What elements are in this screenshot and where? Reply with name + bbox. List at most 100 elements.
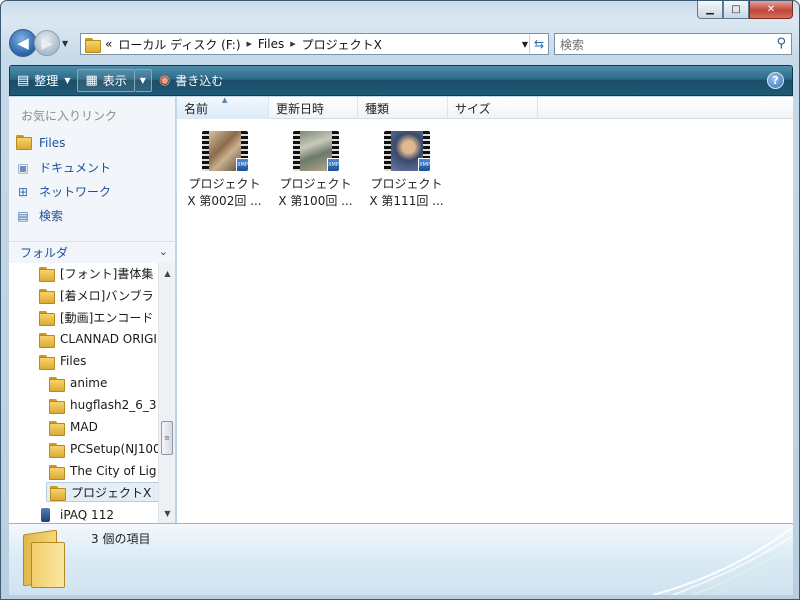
help-button[interactable]: ? [767, 72, 784, 89]
tree-item[interactable]: [着メロ]バンブラ [39, 285, 154, 305]
minimize-button[interactable]: ▁ [697, 1, 723, 19]
tree-item-label: anime [70, 376, 108, 390]
tree-item-selected[interactable]: プロジェクトX [46, 482, 158, 502]
column-type[interactable]: 種類 [358, 97, 448, 119]
chevron-down-icon[interactable]: ⌄ [159, 245, 168, 258]
breadcrumb-overflow[interactable]: « [105, 37, 112, 51]
burn-button[interactable]: ◉ 書き込む [152, 69, 230, 92]
favorite-documents[interactable]: ▣ ドキュメント [15, 159, 111, 176]
folder-icon [85, 37, 101, 53]
tree-item-label: PCSetup(NJ100 [70, 442, 158, 456]
tree-item[interactable]: MAD [49, 417, 98, 437]
item-count: 3 個の項目 [91, 532, 151, 546]
folder-tree: [フォント]書体集 [着メロ]バンブラ [動画]エンコード CLANNAD OR… [9, 263, 158, 523]
tree-item[interactable]: [フォント]書体集 [39, 263, 153, 283]
tree-item[interactable]: CLANNAD ORIGI [39, 329, 157, 349]
xmp-badge-icon: XMP [417, 158, 430, 171]
tree-item-label: CLANNAD ORIGI [60, 332, 157, 346]
favorite-files[interactable]: Files [15, 135, 65, 151]
organize-icon: ▤ [17, 73, 30, 88]
tree-item[interactable]: hugflash2_6_3 [49, 395, 157, 415]
column-modified[interactable]: 更新日時 [269, 97, 358, 119]
document-icon: ▣ [17, 160, 29, 175]
breadcrumb-drive[interactable]: ローカル ディスク (F:) [118, 36, 240, 53]
column-size[interactable]: サイズ [448, 97, 538, 119]
command-bar: ▤ 整理 ▼ ▦ 表示 ▼ ◉ 書き込む ? [9, 65, 793, 96]
breadcrumb-files[interactable]: Files [258, 37, 284, 51]
file-list-pane: 名前 ▲ 更新日時 種類 サイズ XMP プロジェクトX 第002回 ... [177, 96, 793, 523]
recent-pages-dropdown[interactable]: ▼ [62, 39, 68, 48]
folder-icon [39, 310, 55, 326]
favorite-label: Files [39, 136, 66, 150]
favorite-label: ドキュメント [39, 161, 112, 175]
scroll-up-icon[interactable]: ▲ [159, 265, 176, 281]
favorite-label: ネットワーク [39, 185, 112, 199]
burn-disc-icon: ◉ [158, 73, 171, 88]
file-item[interactable]: XMP プロジェクト X 第100回 ... [272, 131, 359, 210]
video-thumbnail-icon: XMP [201, 131, 248, 171]
tree-item-label: hugflash2_6_3 [70, 398, 157, 412]
tree-item-label: The City of Lig [70, 464, 157, 478]
column-label: 更新日時 [276, 101, 325, 116]
search-placeholder: 検索 [560, 37, 585, 52]
view-icon: ▦ [85, 73, 98, 88]
maximize-button[interactable]: □ [723, 1, 749, 19]
explorer-window: ▁ □ ✕ ◀ ▶ ▼ « ローカル ディスク (F:) ▶ Files ▶ プ… [0, 0, 800, 600]
burn-label: 書き込む [175, 74, 224, 88]
chevron-right-icon[interactable]: ▶ [290, 40, 295, 48]
tree-item[interactable]: iPAQ 112 [39, 505, 114, 523]
search-icon[interactable]: ⚲ [776, 36, 786, 51]
tree-item[interactable]: [動画]エンコード [39, 307, 153, 327]
folder-icon [15, 135, 32, 151]
forward-arrow-icon: ▶ [41, 34, 53, 52]
tree-item[interactable]: The City of Lig [49, 461, 156, 481]
back-button[interactable]: ◀ [9, 29, 37, 57]
column-label: 種類 [365, 101, 390, 116]
folder-icon [49, 376, 65, 392]
folder-icon [39, 354, 55, 370]
organize-button[interactable]: ▤ 整理 ▼ [10, 69, 77, 92]
folder-tree-scrollbar[interactable]: ▲ ≡ ▼ [158, 263, 175, 523]
file-name: プロジェクト X 第111回 ... [369, 177, 444, 208]
folder-icon [39, 288, 55, 304]
network-icon: ⊞ [17, 184, 29, 199]
refresh-button[interactable]: ⇆ [529, 34, 548, 54]
breadcrumb-current[interactable]: プロジェクトX [302, 36, 382, 53]
organize-label: 整理 [34, 74, 59, 88]
search-input[interactable]: 検索 ⚲ [554, 33, 792, 55]
tree-item[interactable]: Files [39, 351, 86, 371]
favorite-label: 検索 [39, 209, 64, 223]
help-icon: ? [772, 74, 779, 87]
close-button[interactable]: ✕ [749, 1, 793, 19]
xmp-badge-icon: XMP [235, 158, 248, 171]
column-label: サイズ [455, 101, 491, 116]
favorites-title: お気に入りリンク [21, 109, 118, 123]
tree-item[interactable]: PCSetup(NJ100 [49, 439, 158, 459]
file-item[interactable]: XMP プロジェクト X 第111回 ... [363, 131, 450, 210]
view-dropdown-button[interactable]: ▼ [134, 69, 152, 92]
file-name: プロジェクト X 第002回 ... [187, 177, 262, 208]
tree-item-label: [フォント]書体集 [60, 266, 154, 281]
folder-icon [49, 442, 65, 458]
favorite-search[interactable]: ▤ 検索 [15, 207, 63, 224]
video-thumbnail-icon: XMP [292, 131, 339, 171]
folders-header[interactable]: フォルダ ⌄ [9, 241, 176, 263]
navigation-buttons: ◀ ▶ ▼ [9, 29, 68, 57]
tree-item-label: [動画]エンコード [60, 310, 154, 325]
favorite-network[interactable]: ⊞ ネットワーク [15, 183, 111, 200]
file-item[interactable]: XMP プロジェクト X 第002回 ... [181, 131, 268, 210]
tree-item-label: プロジェクトX [71, 485, 152, 500]
address-dropdown-icon[interactable]: ▼ [522, 40, 528, 49]
forward-button[interactable]: ▶ [34, 30, 60, 56]
sort-ascending-icon: ▲ [222, 96, 228, 104]
folder-icon [39, 332, 55, 348]
caption-buttons: ▁ □ ✕ [697, 1, 793, 19]
column-name[interactable]: 名前 ▲ [177, 96, 269, 119]
scrollbar-thumb[interactable]: ≡ [161, 421, 173, 455]
view-button[interactable]: ▦ 表示 [77, 69, 135, 92]
address-bar[interactable]: « ローカル ディスク (F:) ▶ Files ▶ プロジェクトX ▼ ⇆ [80, 33, 549, 55]
column-headers: 名前 ▲ 更新日時 種類 サイズ [177, 96, 793, 119]
tree-item[interactable]: anime [49, 373, 107, 393]
scroll-down-icon[interactable]: ▼ [159, 505, 176, 521]
chevron-right-icon[interactable]: ▶ [247, 40, 252, 48]
